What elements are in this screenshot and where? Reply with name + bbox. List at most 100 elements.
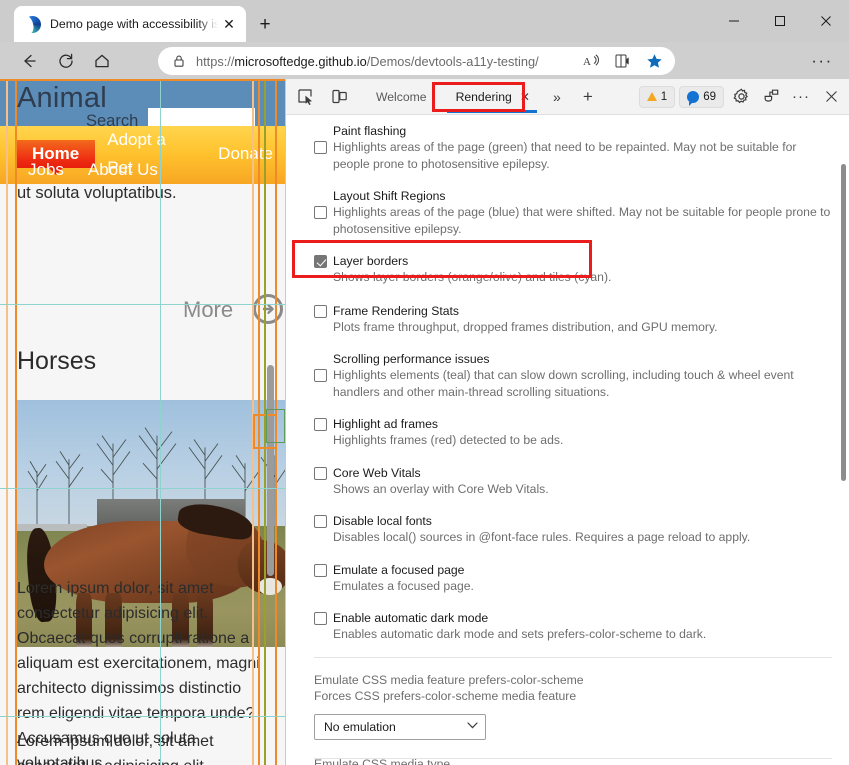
page-nav-jobs[interactable]: Jobs (16, 156, 76, 184)
devtools-more-icon[interactable]: ··· (788, 84, 814, 110)
layout-shift-regions-checkbox[interactable] (314, 206, 327, 219)
option-layer-borders[interactable]: Layer borders Shows layer borders (orang… (286, 254, 849, 286)
option-title: Layer borders (333, 254, 832, 269)
option-title: Core Web Vitals (333, 466, 832, 481)
reload-icon[interactable] (52, 47, 80, 75)
maximize-button[interactable] (757, 0, 803, 42)
option-automatic-dark-mode[interactable]: Enable automatic dark mode Enables autom… (286, 611, 849, 643)
device-toolbar-icon[interactable] (326, 84, 352, 110)
frame-rendering-stats-checkbox[interactable] (314, 305, 327, 318)
url-text: https://microsoftedge.github.io/Demos/de… (196, 54, 579, 69)
web-page-viewport[interactable]: Animal Search Home Adopt a Pet Donate Jo… (0, 79, 285, 765)
add-panel-button[interactable]: + (577, 87, 599, 107)
option-emulate-focused-page[interactable]: Emulate a focused page Emulates a focuse… (286, 563, 849, 595)
option-scrolling-performance-issues[interactable]: Scrolling performance issues Highlights … (286, 352, 849, 400)
browser-window: Demo page with accessibility issu ✕ + (0, 0, 849, 765)
more-tabs-chevron-icon[interactable]: » (546, 89, 568, 105)
option-frame-rendering-stats[interactable]: Frame Rendering Stats Plots frame throug… (286, 304, 849, 336)
tab-close-icon[interactable]: ✕ (218, 13, 240, 35)
prefers-color-scheme-select[interactable]: No emulation (314, 714, 486, 740)
issue-bubble-icon (687, 91, 699, 103)
tab-welcome[interactable]: Welcome (366, 80, 437, 114)
page-nav-bar: Home Adopt a Pet Donate Jobs About Us (0, 126, 285, 184)
immersive-reader-icon[interactable] (610, 49, 636, 73)
new-tab-button[interactable]: + (252, 12, 278, 38)
setting-title: Emulate CSS media type (314, 756, 832, 765)
back-icon[interactable] (15, 47, 43, 75)
page-nav-row-secondary: Jobs About Us (16, 156, 170, 184)
page-section-heading: Horses (17, 347, 96, 376)
divider (314, 758, 832, 759)
option-layout-shift-regions[interactable]: Layout Shift Regions Highlights areas of… (286, 189, 849, 237)
browser-tab-title: Demo page with accessibility issu (50, 17, 218, 31)
close-button[interactable] (803, 0, 849, 42)
disable-local-fonts-checkbox[interactable] (314, 515, 327, 528)
browser-tab[interactable]: Demo page with accessibility issu ✕ (14, 6, 246, 42)
issues-badge[interactable]: 69 (679, 86, 724, 108)
inspect-element-icon[interactable] (292, 84, 318, 110)
option-desc: Highlights frames (red) detected to be a… (333, 432, 832, 449)
svg-text:A: A (583, 56, 591, 68)
page-search-input[interactable] (148, 108, 255, 126)
tab-rendering-label: Rendering (456, 90, 512, 104)
browser-settings-icon[interactable]: ··· (807, 47, 837, 75)
window-controls (711, 0, 849, 42)
layer-borders-checkbox[interactable] (314, 255, 327, 268)
home-icon[interactable] (88, 47, 116, 75)
page-nav-donate[interactable]: Donate (206, 140, 285, 168)
highlight-ad-frames-checkbox[interactable] (314, 418, 327, 431)
chevron-down-icon (467, 721, 478, 732)
devtools-toolbar: Welcome Rendering ✕ » + 1 69 (286, 79, 849, 115)
edge-favicon-icon (24, 16, 41, 33)
option-paint-flashing[interactable]: Paint flashing Highlights areas of the p… (286, 124, 849, 172)
devtools-close-icon[interactable] (818, 84, 844, 110)
page-site-title: Animal (17, 82, 107, 115)
select-value: No emulation (324, 720, 396, 734)
minimize-button[interactable] (711, 0, 757, 42)
title-bar: Demo page with accessibility issu ✕ + (0, 0, 849, 42)
rendering-pane-scrollbar[interactable] (841, 164, 846, 481)
option-core-web-vitals[interactable]: Core Web Vitals Shows an overlay with Co… (286, 466, 849, 498)
option-title: Scrolling performance issues (333, 352, 832, 367)
emulate-focused-page-checkbox[interactable] (314, 564, 327, 577)
page-paragraph-2: Lorem ipsum dolor, sit amet consectetur … (17, 729, 267, 765)
option-title: Emulate a focused page (333, 563, 832, 578)
option-disable-local-fonts[interactable]: Disable local fonts Disables local() sou… (286, 514, 849, 546)
page-lead-text: ut soluta voluptatibus. (17, 184, 177, 203)
page-scrollbar[interactable] (267, 365, 274, 576)
divider (314, 657, 832, 658)
page-more-link[interactable]: More (183, 297, 233, 323)
devtools-toolbar-right: 1 69 ··· (639, 84, 849, 110)
lock-icon[interactable] (170, 53, 187, 70)
address-bar-actions: A (579, 49, 667, 73)
option-desc: Shows layer borders (orange/olive) and t… (333, 269, 832, 286)
automatic-dark-mode-checkbox[interactable] (314, 612, 327, 625)
arrow-circle-right-icon[interactable] (253, 294, 283, 324)
tile-border-line (0, 304, 285, 305)
option-desc: Plots frame throughput, dropped frames d… (333, 319, 832, 336)
gear-icon[interactable] (728, 84, 754, 110)
option-title: Highlight ad frames (333, 417, 832, 432)
issues-count: 69 (703, 91, 716, 103)
rendering-pane[interactable]: Paint flashing Highlights areas of the p… (286, 115, 849, 765)
option-desc: Highlights areas of the page (green) tha… (333, 139, 832, 172)
paint-flashing-checkbox[interactable] (314, 141, 327, 154)
tab-rendering[interactable]: Rendering ✕ (445, 80, 539, 114)
option-highlight-ad-frames[interactable]: Highlight ad frames Highlights frames (r… (286, 417, 849, 449)
option-title: Paint flashing (333, 124, 832, 139)
devtools-panel: Welcome Rendering ✕ » + 1 69 (285, 79, 849, 765)
read-aloud-icon[interactable]: A (579, 49, 605, 73)
page-nav-about[interactable]: About Us (76, 156, 170, 184)
option-title: Frame Rendering Stats (333, 304, 832, 319)
option-title: Layout Shift Regions (333, 189, 832, 204)
core-web-vitals-checkbox[interactable] (314, 467, 327, 480)
address-bar[interactable]: https://microsoftedge.github.io/Demos/de… (158, 47, 675, 75)
tab-rendering-close-icon[interactable]: ✕ (520, 90, 530, 104)
scrolling-performance-issues-checkbox[interactable] (314, 369, 327, 382)
warnings-count: 1 (661, 91, 667, 103)
devtools-customize-icon[interactable] (758, 84, 784, 110)
favorite-star-icon[interactable] (641, 49, 667, 73)
warnings-badge[interactable]: 1 (639, 86, 675, 108)
setting-css-media-type: Emulate CSS media type Forces media type… (286, 756, 849, 765)
navigation-bar: https://microsoftedge.github.io/Demos/de… (0, 42, 849, 79)
